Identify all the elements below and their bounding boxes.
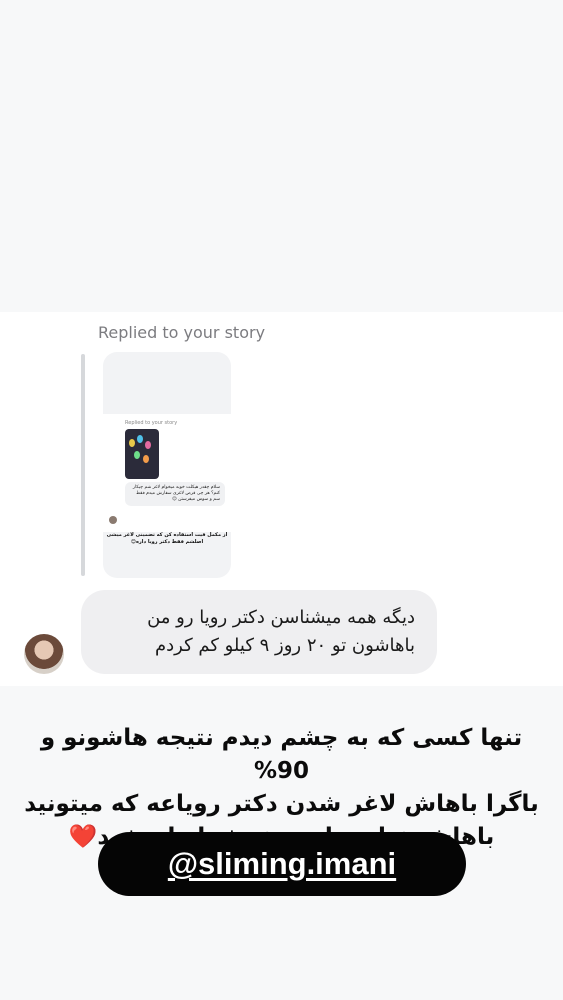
reply-indicator-bar bbox=[81, 354, 85, 576]
handle-text[interactable]: @sliming.imani bbox=[168, 846, 396, 882]
story-preview-card[interactable]: Replied to your story سلام چقدر هیکلت خو… bbox=[103, 352, 231, 578]
replied-to-story-label: Replied to your story bbox=[98, 323, 266, 342]
message-line-1: دیگه همه میشناسن دکتر رویا رو من bbox=[147, 607, 415, 628]
handle-pill[interactable]: @sliming.imani bbox=[98, 832, 466, 896]
message-bubble[interactable]: دیگه همه میشناسن دکتر رویا رو من باهاشون… bbox=[81, 590, 437, 674]
mini-avatar bbox=[109, 516, 117, 524]
caption-line-1: تنها کسی که به چشم دیدم نتیجه هاشونو و 9… bbox=[40, 725, 523, 784]
top-blank-area bbox=[0, 0, 563, 312]
mini-story-thumbnail bbox=[125, 429, 159, 479]
mini-replied-label: Replied to your story bbox=[125, 420, 178, 426]
story-preview-content: Replied to your story سلام چقدر هیکلت خو… bbox=[103, 414, 231, 532]
mini-message-bubble: سلام چقدر هیکلت خوبه میخوام لاغر شم چیکا… bbox=[125, 482, 225, 506]
caption-line-2: باگرا باهاش لاغر شدن دکتر رویاعه که میتو… bbox=[24, 791, 539, 817]
mini-reply-text: از مکمل فیت استفاده کن که تضمینی لاغر می… bbox=[106, 532, 228, 545]
sender-avatar[interactable] bbox=[24, 634, 64, 674]
message-line-2: باهاشون تو ۲۰ روز ۹ کیلو کم کردم bbox=[154, 635, 415, 656]
